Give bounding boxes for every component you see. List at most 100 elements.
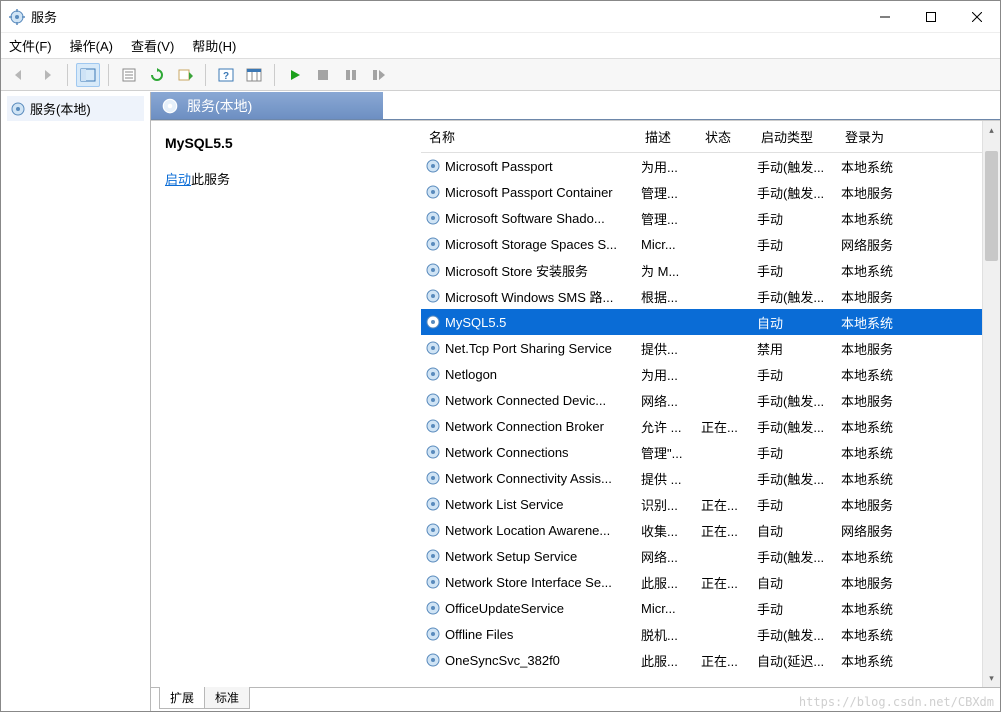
cell-name: Network List Service	[421, 491, 637, 517]
service-row[interactable]: Microsoft Store 安装服务为 M...手动本地系统	[421, 257, 982, 283]
tree-node-services-local[interactable]: 服务(本地)	[7, 96, 144, 121]
service-row[interactable]: OfficeUpdateServiceMicr...手动本地系统	[421, 595, 982, 621]
service-row[interactable]: OneSyncSvc_382f0此服...正在...自动(延迟...本地系统	[421, 647, 982, 673]
cell-startup: 手动(触发...	[753, 543, 837, 569]
cell-startup: 自动	[753, 517, 837, 543]
gear-icon	[425, 158, 441, 174]
panel-title: 服务(本地)	[187, 96, 252, 116]
menu-view[interactable]: 查看(V)	[131, 36, 174, 55]
cell-name: Microsoft Passport Container	[421, 179, 637, 205]
cell-startup: 手动(触发...	[753, 413, 837, 439]
gear-icon	[425, 392, 441, 408]
cell-logon: 本地系统	[837, 153, 923, 179]
menu-file[interactable]: 文件(F)	[9, 36, 52, 55]
cell-logon: 本地系统	[837, 543, 923, 569]
service-row[interactable]: Microsoft Storage Spaces S...Micr...手动网络…	[421, 231, 982, 257]
cell-desc: 此服...	[637, 569, 697, 595]
minimize-button[interactable]	[862, 1, 908, 33]
scroll-up-button[interactable]: ▴	[983, 121, 1000, 139]
cell-logon: 本地服务	[837, 335, 923, 361]
vertical-scrollbar[interactable]: ▴ ▾	[982, 121, 1000, 687]
panel-header: 服务(本地)	[151, 92, 1000, 120]
service-row[interactable]: Microsoft Passport为用...手动(触发...本地系统	[421, 153, 982, 179]
service-row[interactable]: Network Connectivity Assis...提供 ...手动(触发…	[421, 465, 982, 491]
start-service-button[interactable]	[283, 63, 307, 87]
cell-logon: 本地服务	[837, 179, 923, 205]
col-status[interactable]: 状态	[697, 121, 753, 152]
service-row[interactable]: Microsoft Software Shado...管理...手动本地系统	[421, 205, 982, 231]
col-desc[interactable]: 描述	[637, 121, 697, 152]
service-row[interactable]: Network Connection Broker允许 ...正在...手动(触…	[421, 413, 982, 439]
scroll-down-button[interactable]: ▾	[983, 669, 1000, 687]
cell-desc: 网络...	[637, 543, 697, 569]
list-header[interactable]: 名称 描述 状态 启动类型 登录为	[421, 121, 982, 153]
tree-nav: 服务(本地)	[1, 92, 151, 711]
service-row[interactable]: Network Setup Service网络...手动(触发...本地系统	[421, 543, 982, 569]
service-row[interactable]: Network Connected Devic...网络...手动(触发...本…	[421, 387, 982, 413]
cell-status	[697, 179, 753, 205]
service-list[interactable]: 名称 描述 状态 启动类型 登录为 Microsoft Passport为用..…	[421, 121, 982, 687]
properties-button[interactable]	[117, 63, 141, 87]
scroll-thumb[interactable]	[985, 151, 998, 261]
pause-service-button[interactable]	[339, 63, 363, 87]
body-split: 服务(本地) 服务(本地) MySQL5.5 启动此服务	[1, 91, 1000, 711]
gear-icon	[425, 314, 441, 330]
export-list-button[interactable]	[173, 63, 197, 87]
maximize-button[interactable]	[908, 1, 954, 33]
col-logon[interactable]: 登录为	[837, 121, 923, 152]
start-service-link[interactable]: 启动	[165, 172, 191, 187]
cell-logon: 本地服务	[837, 569, 923, 595]
service-row[interactable]: Microsoft Windows SMS 路...根据...手动(触发...本…	[421, 283, 982, 309]
svg-text:?: ?	[223, 71, 229, 82]
cell-status	[697, 439, 753, 465]
back-button[interactable]	[7, 63, 31, 87]
cell-status	[697, 309, 753, 335]
menu-help[interactable]: 帮助(H)	[192, 36, 236, 55]
main-panel: 服务(本地) MySQL5.5 启动此服务 名称 描述 状	[151, 92, 1000, 711]
col-startup[interactable]: 启动类型	[753, 121, 837, 152]
cell-status	[697, 335, 753, 361]
refresh-button[interactable]	[145, 63, 169, 87]
service-row[interactable]: Netlogon为用...手动本地系统	[421, 361, 982, 387]
window-title: 服务	[31, 7, 57, 26]
service-row[interactable]: Network Connections管理"...手动本地系统	[421, 439, 982, 465]
cell-desc: 提供...	[637, 335, 697, 361]
cell-startup: 自动	[753, 309, 837, 335]
service-row[interactable]: Offline Files脱机...手动(触发...本地系统	[421, 621, 982, 647]
gear-icon	[425, 288, 441, 304]
gear-icon	[425, 522, 441, 538]
tab-extended[interactable]: 扩展	[159, 687, 205, 709]
help-button[interactable]: ?	[214, 63, 238, 87]
restart-service-button[interactable]	[367, 63, 391, 87]
tab-standard[interactable]: 标准	[205, 687, 250, 709]
service-row[interactable]: Network List Service识别...正在...手动本地服务	[421, 491, 982, 517]
start-service-suffix: 此服务	[191, 172, 230, 187]
forward-button[interactable]	[35, 63, 59, 87]
service-row[interactable]: Net.Tcp Port Sharing Service提供...禁用本地服务	[421, 335, 982, 361]
cell-name: MySQL5.5	[421, 309, 637, 335]
stop-service-button[interactable]	[311, 63, 335, 87]
cell-startup: 手动	[753, 439, 837, 465]
service-row[interactable]: Network Store Interface Se...此服...正在...自…	[421, 569, 982, 595]
close-button[interactable]	[954, 1, 1000, 33]
gear-icon	[425, 418, 441, 434]
cell-logon: 网络服务	[837, 517, 923, 543]
cell-status: 正在...	[697, 413, 753, 439]
menu-action[interactable]: 操作(A)	[70, 36, 113, 55]
cell-status	[697, 283, 753, 309]
service-row[interactable]: MySQL5.5自动本地系统	[421, 309, 982, 335]
bottom-tabs: 扩展 标准	[151, 687, 1000, 711]
cell-startup: 手动(触发...	[753, 153, 837, 179]
cell-desc: 允许 ...	[637, 413, 697, 439]
tree-node-label: 服务(本地)	[30, 99, 91, 118]
cell-name: Network Connected Devic...	[421, 387, 637, 413]
show-hide-tree-button[interactable]	[76, 63, 100, 87]
col-name[interactable]: 名称	[421, 121, 637, 152]
cell-name: OfficeUpdateService	[421, 595, 637, 621]
cell-startup: 手动	[753, 257, 837, 283]
gear-icon	[425, 366, 441, 382]
cell-startup: 手动	[753, 231, 837, 257]
columns-button[interactable]	[242, 63, 266, 87]
service-row[interactable]: Network Location Awarene...收集...正在...自动网…	[421, 517, 982, 543]
service-row[interactable]: Microsoft Passport Container管理...手动(触发..…	[421, 179, 982, 205]
